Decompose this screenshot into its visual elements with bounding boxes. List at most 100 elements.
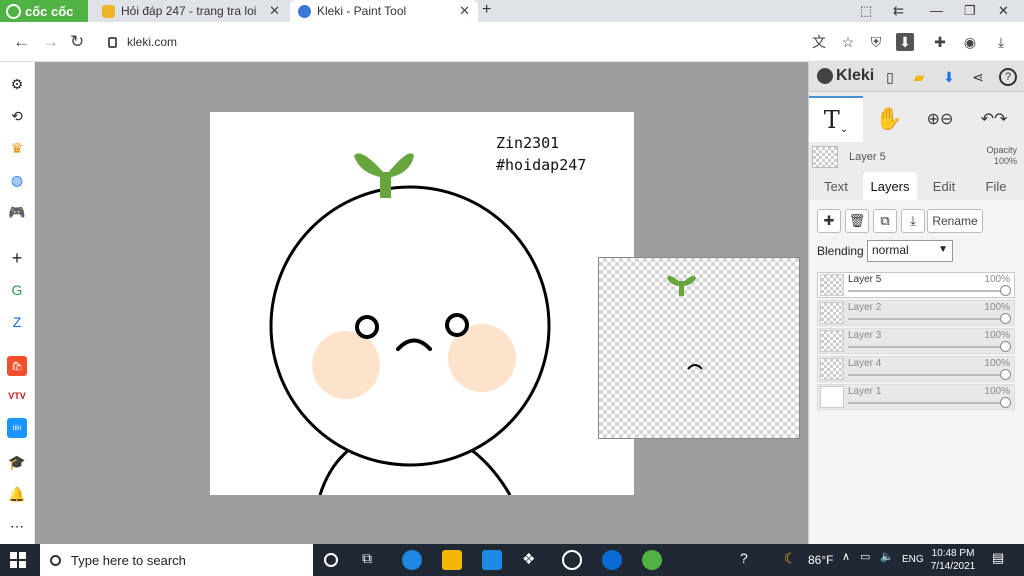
- add-sidebar-item-icon[interactable]: +: [7, 248, 27, 268]
- layer-opacity-slider[interactable]: [848, 290, 1006, 292]
- blending-mode-select[interactable]: normal ▼: [867, 240, 953, 262]
- new-tab-icon[interactable]: +: [482, 1, 491, 19]
- game-controller-icon[interactable]: 🎮: [7, 202, 27, 222]
- weather-temperature[interactable]: 86°F: [808, 553, 833, 567]
- translate-icon[interactable]: ⽂: [810, 33, 828, 51]
- layer-opacity-knob[interactable]: [1000, 313, 1011, 324]
- notification-center-icon[interactable]: ▤: [992, 550, 1012, 570]
- layer-opacity: 100%: [984, 302, 1010, 313]
- history-icon[interactable]: ⟲: [7, 106, 27, 126]
- layer-opacity: 100%: [984, 274, 1010, 285]
- taskbar-clock[interactable]: 10:48 PM 7/14/2021: [918, 547, 988, 573]
- share-icon[interactable]: ⋖: [969, 68, 987, 86]
- download-video-icon[interactable]: ⬇: [896, 33, 914, 51]
- tab-text[interactable]: Text: [813, 172, 859, 200]
- graduation-cap-icon[interactable]: 🎓: [7, 452, 27, 472]
- layer-opacity-knob[interactable]: [1000, 397, 1011, 408]
- tab-hoidap247[interactable]: Hỏi đáp 247 - trang tra loi ✕: [94, 0, 288, 22]
- back-arrow-icon[interactable]: ←: [13, 32, 30, 52]
- google-translate-icon[interactable]: G: [7, 280, 27, 300]
- open-folder-icon[interactable]: ▰: [910, 68, 928, 86]
- browser-brand[interactable]: cốc cốc: [0, 0, 88, 22]
- downloads-icon[interactable]: ⤓: [992, 33, 1010, 51]
- mail-icon[interactable]: [482, 550, 502, 570]
- delete-layer-icon[interactable]: 🗑: [845, 209, 869, 233]
- layer-opacity-knob[interactable]: [1000, 285, 1011, 296]
- coccoc-taskbar-icon[interactable]: [642, 550, 662, 570]
- windows-start-icon[interactable]: [10, 552, 26, 568]
- vtv-icon[interactable]: VTV: [7, 386, 27, 406]
- layer-opacity-slider[interactable]: [848, 318, 1006, 320]
- reload-icon[interactable]: ↻: [70, 32, 84, 52]
- app-circle-icon[interactable]: [562, 550, 582, 570]
- layer-opacity-slider[interactable]: [848, 402, 1006, 404]
- clock-date: 7/14/2021: [930, 561, 976, 572]
- tab-file[interactable]: File: [973, 172, 1019, 200]
- close-window-icon[interactable]: ✕: [998, 3, 1009, 19]
- tab-layers[interactable]: Layers: [863, 172, 917, 200]
- layer-row[interactable]: Layer 1 100%: [817, 384, 1015, 410]
- settings-gear-icon[interactable]: ⚙: [7, 74, 27, 94]
- battery-icon[interactable]: ▭: [860, 550, 880, 570]
- task-view-icon[interactable]: ⧉: [362, 550, 382, 570]
- tiki-icon[interactable]: tiki: [7, 418, 27, 438]
- extensions-puzzle-icon[interactable]: ✚: [931, 33, 949, 51]
- merge-layer-icon[interactable]: ⤓: [901, 209, 925, 233]
- crown-icon[interactable]: ♛: [7, 138, 27, 158]
- tab-edit[interactable]: Edit: [921, 172, 967, 200]
- canvas-text-line2: #hoidap247: [496, 156, 587, 174]
- zalo-icon[interactable]: Z: [7, 312, 27, 332]
- right-eye: [445, 313, 469, 337]
- layer-row[interactable]: Layer 5 100%: [817, 272, 1015, 298]
- profile-icon[interactable]: ◉: [961, 33, 979, 51]
- add-layer-icon[interactable]: ✚: [817, 209, 841, 233]
- layer-opacity-knob[interactable]: [1000, 341, 1011, 352]
- hand-tool-button[interactable]: ✋: [864, 96, 914, 142]
- undo-redo-button[interactable]: ↶↷: [969, 96, 1019, 142]
- new-image-icon[interactable]: ▯: [881, 68, 899, 86]
- weather-moon-icon: ☾: [784, 550, 797, 566]
- save-download-icon[interactable]: ⬇: [940, 68, 958, 86]
- messenger-icon[interactable]: ◍: [7, 170, 27, 190]
- canvas-workspace[interactable]: Zin2301 #hoidap247: [35, 62, 808, 544]
- layer-row[interactable]: Layer 2 100%: [817, 300, 1015, 326]
- layer-opacity-knob[interactable]: [1000, 369, 1011, 380]
- edge-browser-icon[interactable]: [402, 550, 422, 570]
- tray-chevron-up-icon[interactable]: ∧: [842, 550, 862, 570]
- file-explorer-icon[interactable]: [442, 550, 462, 570]
- text-tool-button[interactable]: T ⌄: [809, 96, 863, 142]
- reader-mode-icon[interactable]: ⬚: [860, 3, 872, 19]
- zoom-in-out-button[interactable]: ⊕⊖: [915, 96, 965, 142]
- zalo-taskbar-icon[interactable]: [602, 550, 622, 570]
- dropbox-icon[interactable]: ❖: [522, 550, 542, 570]
- tab-kleki[interactable]: Kleki - Paint Tool ✕: [290, 0, 478, 22]
- kleki-logo[interactable]: Kleki: [817, 67, 874, 85]
- restore-tabs-icon[interactable]: ⇇: [893, 3, 904, 19]
- bookmark-star-icon[interactable]: ☆: [839, 33, 857, 51]
- layer-opacity-slider[interactable]: [848, 374, 1006, 376]
- layer-row[interactable]: Layer 4 100%: [817, 356, 1015, 382]
- shopee-icon[interactable]: 🛍: [7, 356, 27, 376]
- close-tab-icon[interactable]: ✕: [459, 3, 470, 19]
- help-taskbar-icon[interactable]: ?: [740, 550, 760, 570]
- layer-row[interactable]: Layer 3 100%: [817, 328, 1015, 354]
- layer-name: Layer 5: [848, 274, 882, 285]
- layer-opacity-slider[interactable]: [848, 346, 1006, 348]
- taskbar-search-box[interactable]: Type here to search: [40, 544, 313, 576]
- notification-bell-icon[interactable]: 🔔: [7, 484, 27, 504]
- maximize-icon[interactable]: ❐: [964, 3, 976, 19]
- help-icon[interactable]: ?: [999, 68, 1017, 86]
- forward-arrow-icon[interactable]: →: [42, 32, 59, 52]
- volume-icon[interactable]: 🔈: [880, 550, 900, 570]
- close-tab-icon[interactable]: ✕: [269, 3, 280, 19]
- more-options-icon[interactable]: ⋯: [7, 516, 27, 536]
- duplicate-layer-icon[interactable]: ⧉: [873, 209, 897, 233]
- drawing-canvas[interactable]: Zin2301 #hoidap247: [210, 112, 634, 495]
- cortana-icon[interactable]: [324, 553, 338, 567]
- minimize-icon[interactable]: —: [930, 3, 943, 18]
- shield-icon[interactable]: ⛨: [867, 33, 885, 51]
- url-field[interactable]: kleki.com: [100, 30, 800, 54]
- chevron-down-icon: ▼: [938, 244, 948, 255]
- current-layer-info: Layer 5 Opacity 100%: [809, 144, 1024, 172]
- rename-button[interactable]: Rename: [927, 209, 983, 233]
